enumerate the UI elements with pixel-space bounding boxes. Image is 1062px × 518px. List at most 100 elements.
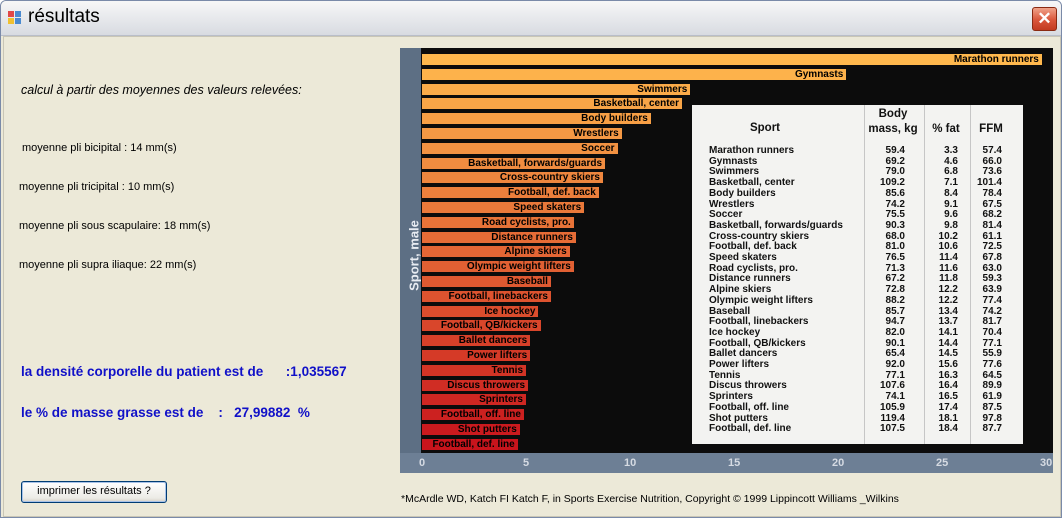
bicipital-label: moyenne pli bicipital : 14 mm(s) (22, 142, 177, 154)
bar-label: Baseball (506, 276, 548, 287)
sport-data-table: Sport Body mass, kg % fat FFM Marathon r… (692, 105, 1023, 444)
table-ffm-cell: 87.7 (982, 423, 1002, 435)
table-fat-cell: 9.1 (944, 198, 958, 210)
y-axis-label: Sport, male (406, 220, 422, 291)
table-fat-cell: 18.1 (938, 412, 958, 424)
table-ffm-cell: 81.7 (982, 316, 1002, 328)
bar-label: Distance runners (491, 231, 573, 243)
table-mass-cell: 90.3 (885, 219, 905, 231)
table-mass-cell: 92.0 (885, 359, 905, 370)
table-mass-cell: 59.4 (885, 145, 905, 156)
table-ffm-cell: 63.9 (982, 284, 1002, 296)
bar-label: Marathon runners (953, 54, 1039, 65)
bar (422, 68, 847, 80)
table-sport-cell: Ice hockey (709, 326, 761, 338)
table-sport-cell: Football, linebackers (709, 316, 809, 328)
table-mass-cell: 74.2 (885, 198, 905, 210)
bar-label: Ballet dancers (458, 335, 528, 347)
table-mass-cell: 94.7 (885, 316, 905, 328)
table-ffm-cell: 55.9 (982, 348, 1002, 360)
table-ffm-cell: 77.4 (982, 294, 1002, 306)
table-sport-cell: Gymnasts (709, 155, 758, 167)
density-result: la densité corporelle du patient est de … (21, 364, 347, 379)
app-icon (8, 11, 22, 25)
table-sport-cell: Distance runners (709, 273, 791, 285)
table-fat-cell: 14.5 (938, 348, 958, 360)
table-ffm-cell: 61.1 (982, 230, 1002, 242)
header-sport: Sport (749, 122, 781, 134)
table-ffm-cell: 63.0 (982, 262, 1002, 274)
table-sport-cell: Tennis (709, 369, 741, 381)
table-sport-cell: Discus throwers (709, 380, 787, 392)
x-tick-label: 5 (523, 457, 530, 469)
title-bar[interactable]: résultats ✕ (1, 1, 1061, 36)
table-fat-cell: 10.2 (938, 230, 958, 242)
table-mass-cell: 69.2 (885, 155, 905, 167)
table-mass-cell: 119.4 (880, 412, 905, 424)
bar-label: Cross-country skiers (499, 172, 600, 184)
x-axis-band (400, 453, 1053, 473)
table-ffm-cell: 89.9 (982, 380, 1002, 392)
bar-label: Football, off. line (440, 409, 521, 421)
table-sport-cell: Power lifters (709, 359, 770, 370)
table-fat-cell: 9.6 (944, 209, 958, 221)
x-tick-label: 25 (936, 457, 949, 469)
table-mass-cell: 67.2 (885, 273, 905, 285)
table-sport-cell: Body builders (709, 187, 776, 199)
header-mass: mass, kg (868, 123, 918, 135)
bar-label: Football, def. line (432, 438, 515, 450)
table-sport-cell: Football, def. back (709, 241, 797, 253)
bar (422, 54, 1042, 65)
bar-label: Swimmers (637, 83, 688, 95)
table-fat-cell: 8.4 (944, 187, 958, 199)
bar-label: Basketball, center (593, 98, 679, 110)
table-mass-cell: 85.7 (885, 305, 905, 317)
table-sport-cell: Football, QB/kickers (709, 337, 806, 349)
table-ffm-cell: 66.0 (982, 155, 1002, 167)
table-fat-cell: 14.1 (938, 326, 958, 338)
table-fat-cell: 13.7 (938, 316, 958, 328)
table-mass-cell: 109.2 (879, 177, 905, 189)
close-button[interactable]: ✕ (1032, 7, 1057, 31)
table-ffm-cell: 68.2 (982, 209, 1002, 221)
table-mass-cell: 105.9 (879, 401, 905, 413)
bar-label: Shot putters (457, 424, 517, 435)
table-fat-cell: 10.6 (938, 241, 958, 253)
table-mass-cell: 90.1 (885, 337, 905, 349)
suprailiac-label: moyenne pli supra iliaque: 22 mm(s) (19, 259, 197, 271)
table-fat-cell: 16.4 (938, 380, 958, 392)
bar-label: Soccer (581, 142, 615, 154)
table-ffm-cell: 72.5 (982, 241, 1002, 253)
x-tick-label: 0 (419, 457, 426, 469)
table-mass-cell: 79.0 (885, 166, 905, 178)
x-tick-label: 15 (728, 457, 741, 469)
bar-label: Discus throwers (447, 379, 526, 391)
table-fat-cell: 17.4 (938, 401, 958, 413)
table-ffm-cell: 59.3 (982, 273, 1002, 285)
table-sport-cell: Soccer (709, 209, 743, 221)
table-mass-cell: 75.5 (885, 209, 905, 221)
table-ffm-cell: 77.1 (982, 337, 1002, 349)
table-mass-cell: 107.5 (879, 423, 905, 435)
table-fat-cell: 11.6 (939, 262, 958, 274)
table-fat-cell: 12.2 (938, 284, 958, 296)
table-ffm-cell: 97.8 (982, 412, 1002, 424)
table-fat-cell: 7.1 (944, 177, 958, 189)
table-sport-cell: Alpine skiers (709, 284, 772, 296)
table-ffm-cell: 70.4 (982, 326, 1002, 338)
bar-label: Gymnasts (794, 68, 844, 80)
tricipital-label: moyenne pli tricipital : 10 mm(s) (19, 181, 175, 193)
table-ffm-cell: 74.2 (982, 305, 1002, 317)
table-fat-cell: 13.4 (938, 305, 958, 317)
bar-label: Football, linebackers (448, 290, 548, 302)
table-sport-cell: Road cyclists, pro. (709, 262, 798, 274)
table-mass-cell: 71.3 (885, 262, 905, 274)
table-sport-cell: Baseball (709, 305, 751, 317)
bar-label: Ice hockey (484, 305, 536, 317)
x-tick-label: 20 (832, 457, 845, 469)
table-fat-cell: 15.6 (938, 359, 958, 370)
footnote: *McArdle WD, Katch FI Katch F, in Sports… (401, 493, 899, 505)
print-results-button[interactable]: imprimer les résultats ? (21, 481, 167, 503)
table-fat-cell: 11.4 (939, 252, 958, 263)
table-fat-cell: 16.3 (938, 369, 958, 381)
